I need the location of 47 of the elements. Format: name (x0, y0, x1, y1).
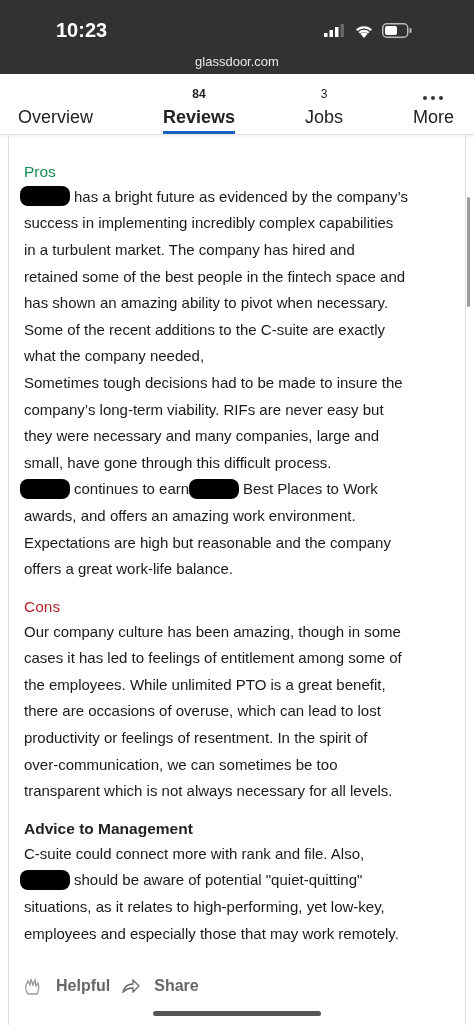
review-text: should be aware of potential "quiet-quitting" (74, 871, 363, 889)
clock-time: 10:23 (56, 18, 108, 42)
review-text: has shown an amazing ability to pivot when necessary. (24, 294, 389, 312)
review-text: there are occasions of overuse, which can lead to lost (24, 702, 381, 720)
section-heading: Advice to Management (24, 820, 194, 839)
redaction-mark (20, 869, 70, 890)
nav-tab[interactable]: 3 Jobs (304, 74, 343, 134)
review-text: situations, as it relates to high-performing, yet low-key, (24, 898, 385, 916)
more-dots-icon (422, 95, 445, 101)
section-heading: Cons (24, 597, 62, 616)
redaction-mark (20, 478, 70, 499)
review-text: Some of the recent additions to the C-suite are exactly (24, 320, 386, 338)
nav-tab[interactable]: Overview (18, 74, 93, 134)
signal-icon (324, 23, 346, 37)
review-text: company’s long-term viability. RIFs are never easy but (24, 400, 384, 418)
review-text: employees and especially those that may work remotely. (24, 924, 399, 942)
url-text: glassdoor.com (194, 54, 280, 69)
review-text: has a bright future as evidenced by the company’s (74, 187, 409, 205)
share-button[interactable]: Share (122, 977, 199, 996)
review-text: Expectations are high but reasonable and the company (24, 533, 391, 551)
redaction-mark (189, 478, 240, 499)
review-text: what the company needed, (24, 347, 205, 365)
review-text: productivity or feelings of resentment. In the spirit of (24, 729, 368, 747)
clapping-hands-icon (24, 976, 42, 997)
review-text: the employees. While unlimited PTO is a great benefit, (24, 675, 386, 693)
review-text: Best Places to Work (243, 480, 378, 498)
review-text: awards, and offers an amazing work environment. (24, 506, 356, 524)
helpful-button[interactable]: Helpful (24, 976, 111, 997)
review-text: success in implementing incredibly complex capabilities (24, 214, 394, 232)
nav-tab[interactable]: More (412, 74, 454, 134)
review-text: Our company culture has been amazing, though in some (24, 622, 401, 640)
share-arrow-icon (122, 979, 141, 994)
review-text: small, have gone through this difficult process. (24, 453, 332, 471)
review-text: transparent which is not always necessary for all levels. (24, 782, 393, 800)
review-text: they were necessary and many companies, large and (24, 427, 380, 445)
review-text: in a turbulent market. The company has hired and (24, 241, 355, 258)
nav-tab[interactable]: 84 Reviews (162, 74, 235, 134)
review-text: offers a great work-life balance. (24, 560, 233, 578)
battery-icon (382, 22, 412, 38)
review-text: over-communication, we can sometimes be too (24, 755, 338, 773)
review-text: Sometimes tough decisions had to be made to insure the (24, 373, 403, 391)
section-heading: Pros (24, 163, 57, 181)
review-text: retained some of the best people in the fintech space and (24, 267, 406, 285)
review-text: continues to earn (74, 480, 190, 498)
review-text: C-suite could connect more with rank and file. Also, (24, 844, 365, 862)
review-text: cases it has led to feelings of entitlement among some of (24, 649, 402, 667)
redaction-mark (20, 186, 70, 207)
